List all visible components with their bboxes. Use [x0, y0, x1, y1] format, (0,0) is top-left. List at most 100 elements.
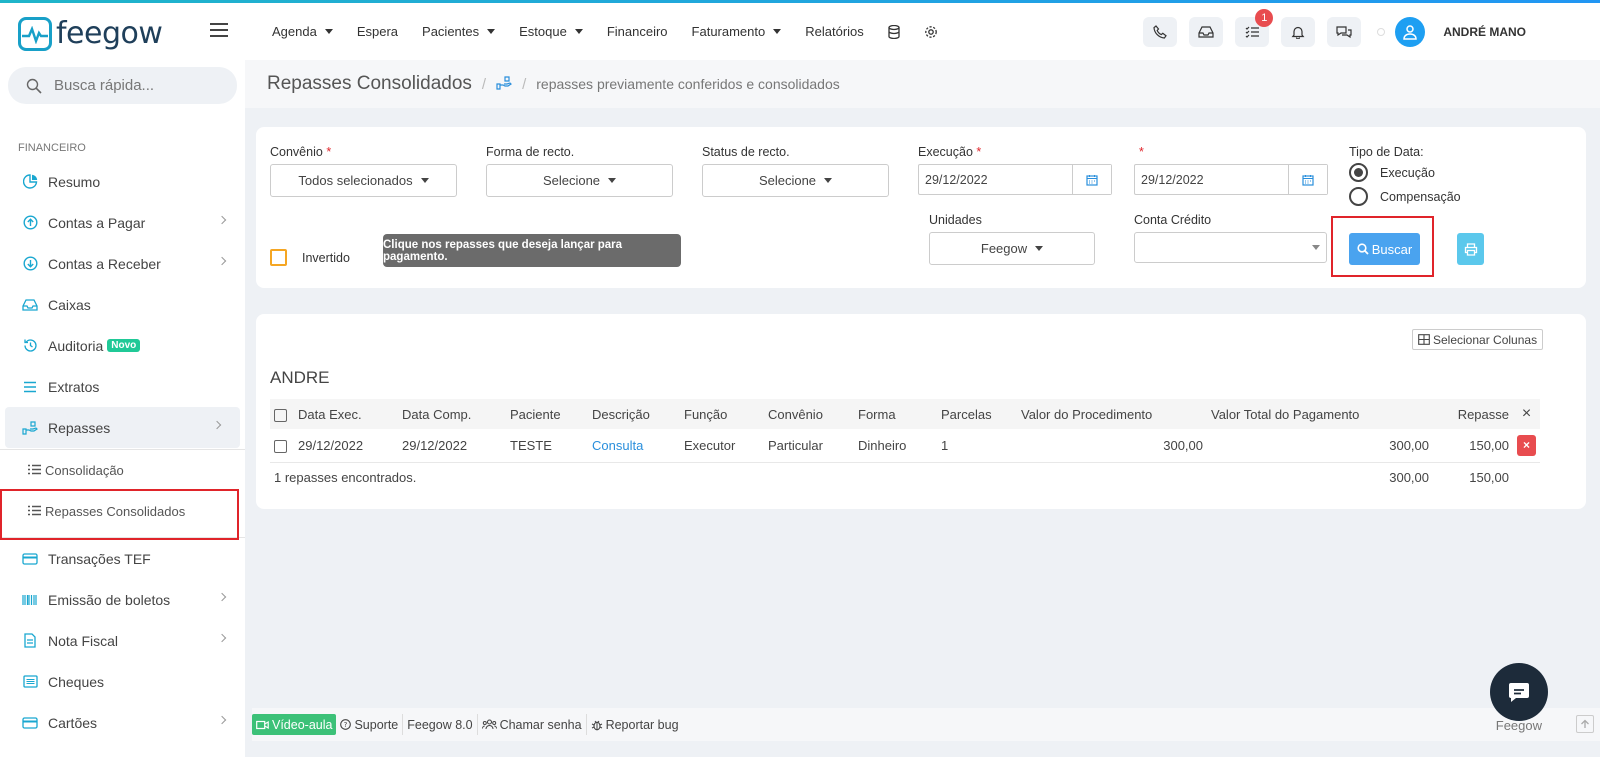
close-icon[interactable]: ×: [1513, 399, 1540, 429]
topnav-agenda[interactable]: Agenda: [272, 24, 333, 39]
sidebar-item-transacoes-tef[interactable]: Transações TEF: [0, 538, 245, 579]
unidades-label: Unidades: [929, 213, 982, 227]
calendar-icon[interactable]: [1289, 165, 1327, 194]
convenio-select[interactable]: Todos selecionados: [270, 164, 457, 197]
row-checkbox[interactable]: [274, 439, 287, 453]
conta-credito-select[interactable]: [1134, 232, 1327, 263]
sidebar-subitem-consolidacao[interactable]: Consolidação: [0, 450, 245, 491]
select-all-checkbox[interactable]: [274, 408, 287, 422]
chevron-right-icon: [217, 256, 227, 266]
forma-recto-select[interactable]: Selecione: [486, 164, 673, 197]
user-avatar[interactable]: [1395, 16, 1426, 47]
user-name[interactable]: ANDRÉ MANO: [1443, 25, 1526, 39]
col-paciente[interactable]: Paciente: [506, 399, 588, 429]
sidebar-item-caixas[interactable]: Caixas: [0, 284, 245, 325]
video-aula-button[interactable]: Vídeo-aula: [252, 714, 337, 735]
sidebar-item-resumo[interactable]: Resumo: [0, 161, 245, 202]
col-repasse[interactable]: Repasse: [1433, 399, 1513, 429]
chamar-senha-button[interactable]: Chamar senha: [478, 714, 587, 735]
col-funcao[interactable]: Função: [680, 399, 764, 429]
sidebar-item-contas-a-pagar[interactable]: Contas a Pagar: [0, 202, 245, 243]
col-forma[interactable]: Forma: [854, 399, 937, 429]
col-data-exec[interactable]: Data Exec.: [294, 399, 398, 429]
table-footer-row: 1 repasses encontrados. 300,00 150,00: [270, 462, 1540, 492]
search-input[interactable]: Busca rápida...: [8, 67, 237, 104]
sidebar-item-auditoria[interactable]: Auditoria Novo: [0, 325, 245, 366]
chevron-down-icon: [824, 178, 833, 183]
col-valor-total[interactable]: Valor Total do Pagamento: [1207, 399, 1433, 429]
topnav-pacientes[interactable]: Pacientes: [422, 24, 496, 39]
invertido-checkbox[interactable]: [270, 249, 287, 266]
unidades-select[interactable]: Feegow: [929, 232, 1095, 265]
arrow-down-circle-icon: [22, 256, 38, 272]
chevron-down-icon: [1312, 245, 1320, 250]
main-content: Repasses Consolidados / / repasses previ…: [245, 60, 1600, 757]
video-icon: [256, 720, 269, 729]
radio-execucao[interactable]: Execução: [1349, 163, 1435, 182]
radio-compensacao[interactable]: Compensação: [1349, 187, 1461, 206]
inbox-icon: [22, 297, 38, 313]
chevron-right-icon: [217, 592, 227, 602]
cell-parcelas: 1: [937, 429, 1017, 463]
arrow-up-circle-icon: [22, 215, 38, 231]
topnav-espera[interactable]: Espera: [357, 24, 398, 39]
users-icon: [481, 719, 497, 730]
sidebar-item-extratos[interactable]: Extratos: [0, 366, 245, 407]
total-repasse: 150,00: [1469, 469, 1509, 485]
table-row[interactable]: 29/12/2022 29/12/2022 TESTE Consulta Exe…: [270, 429, 1540, 463]
menu-toggle-icon[interactable]: [210, 23, 228, 37]
descricao-link[interactable]: Consulta: [592, 438, 643, 453]
col-valor-procedimento[interactable]: Valor do Procedimento: [1017, 399, 1207, 429]
results-panel: Selecionar Colunas ANDRE Data Exec. Data…: [256, 314, 1586, 509]
execucao-end-date-input[interactable]: 29/12/2022: [1134, 164, 1328, 195]
col-convenio[interactable]: Convênio: [764, 399, 854, 429]
check-list-icon: [22, 674, 38, 690]
sidebar-item-cheques[interactable]: Cheques: [0, 661, 245, 702]
sidebar-item-repasses[interactable]: Repasses: [5, 407, 240, 448]
topnav-financeiro[interactable]: Financeiro: [607, 24, 668, 39]
list-icon: [28, 463, 41, 478]
cell-data-exec: 29/12/2022: [294, 429, 398, 463]
tasks-icon[interactable]: 1: [1235, 8, 1274, 47]
phone-icon[interactable]: [1143, 16, 1178, 47]
scroll-top-icon[interactable]: [1576, 715, 1594, 733]
sidebar: Busca rápida... FINANCEIRO Resumo Contas…: [0, 60, 245, 757]
sidebar-section-title: FINANCEIRO: [18, 142, 86, 154]
sidebar-item-cartoes[interactable]: Cartões: [0, 702, 245, 743]
sidebar-item-nota-fiscal[interactable]: Nota Fiscal: [0, 620, 245, 661]
settings-gear-icon[interactable]: [924, 25, 938, 39]
reportar-bug-button[interactable]: Reportar bug: [587, 714, 683, 735]
col-data-comp[interactable]: Data Comp.: [398, 399, 506, 429]
topnav-faturamento[interactable]: Faturamento: [692, 24, 782, 39]
sidebar-nav: Resumo Contas a Pagar Contas a Receber C…: [0, 161, 245, 743]
help-circle-icon: ?: [340, 719, 352, 730]
bell-icon[interactable]: [1281, 16, 1316, 47]
svg-text:?: ?: [344, 721, 348, 729]
col-descricao[interactable]: Descrição: [588, 399, 680, 429]
topnav-estoque[interactable]: Estoque: [519, 24, 583, 39]
feegow-logo[interactable]: feegow: [18, 16, 163, 51]
print-button[interactable]: [1457, 233, 1484, 265]
history-icon: [22, 338, 38, 354]
radio-empty-icon: [1349, 187, 1368, 206]
cell-funcao: Executor: [680, 429, 764, 463]
topnav-relatorios[interactable]: Relatórios: [805, 24, 864, 39]
execucao-start-date-input[interactable]: 29/12/2022: [918, 164, 1112, 195]
select-columns-button[interactable]: Selecionar Colunas: [1412, 329, 1544, 350]
chat-icon[interactable]: [1327, 16, 1362, 47]
sidebar-item-emissao-de-boletos[interactable]: Emissão de boletos: [0, 579, 245, 620]
inbox-icon[interactable]: [1189, 16, 1224, 47]
status-recto-select[interactable]: Selecione: [702, 164, 889, 197]
chevron-right-icon: [217, 715, 227, 725]
chat-widget-button[interactable]: [1490, 663, 1548, 721]
search-placeholder: Busca rápida...: [54, 77, 155, 94]
suporte-button[interactable]: ? Suporte: [336, 714, 404, 735]
top-menu: Agenda Espera Pacientes Estoque Financei…: [272, 3, 962, 60]
delete-row-button[interactable]: ×: [1517, 434, 1536, 456]
table-header-row: Data Exec. Data Comp. Paciente Descrição…: [270, 399, 1540, 429]
col-parcelas[interactable]: Parcelas: [937, 399, 1017, 429]
calendar-icon[interactable]: [1073, 165, 1111, 194]
database-icon[interactable]: [888, 24, 900, 39]
chevron-down-icon: [324, 29, 333, 34]
sidebar-item-contas-a-receber[interactable]: Contas a Receber: [0, 243, 245, 284]
